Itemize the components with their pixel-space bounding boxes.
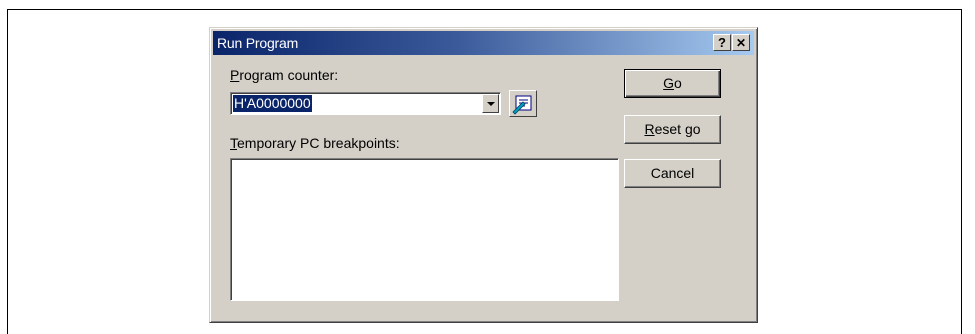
temporary-breakpoints-label: Temporary PC breakpoints: <box>230 135 400 151</box>
close-icon: ✕ <box>735 36 747 50</box>
reset-go-button[interactable]: Reset go <box>624 115 721 144</box>
program-counter-value[interactable]: H'A0000000 <box>233 95 312 112</box>
help-icon: ? <box>718 35 726 50</box>
chevron-down-icon[interactable] <box>482 94 499 113</box>
program-counter-label: Program counter: <box>230 67 339 83</box>
dialog-title: Run Program <box>217 35 299 51</box>
close-button[interactable]: ✕ <box>732 34 750 51</box>
run-program-dialog: Run Program ? ✕ Program counter: H'A0000… <box>209 27 758 323</box>
cancel-button[interactable]: Cancel <box>624 159 721 188</box>
pc-select-icon <box>512 95 532 115</box>
pc-select-button[interactable] <box>509 90 537 117</box>
help-button[interactable]: ? <box>713 34 731 51</box>
program-counter-combobox[interactable]: H'A0000000 <box>230 92 501 115</box>
temporary-breakpoints-list[interactable] <box>230 158 619 301</box>
go-button[interactable]: Go <box>624 69 721 98</box>
title-bar[interactable]: Run Program ? ✕ <box>213 31 754 55</box>
